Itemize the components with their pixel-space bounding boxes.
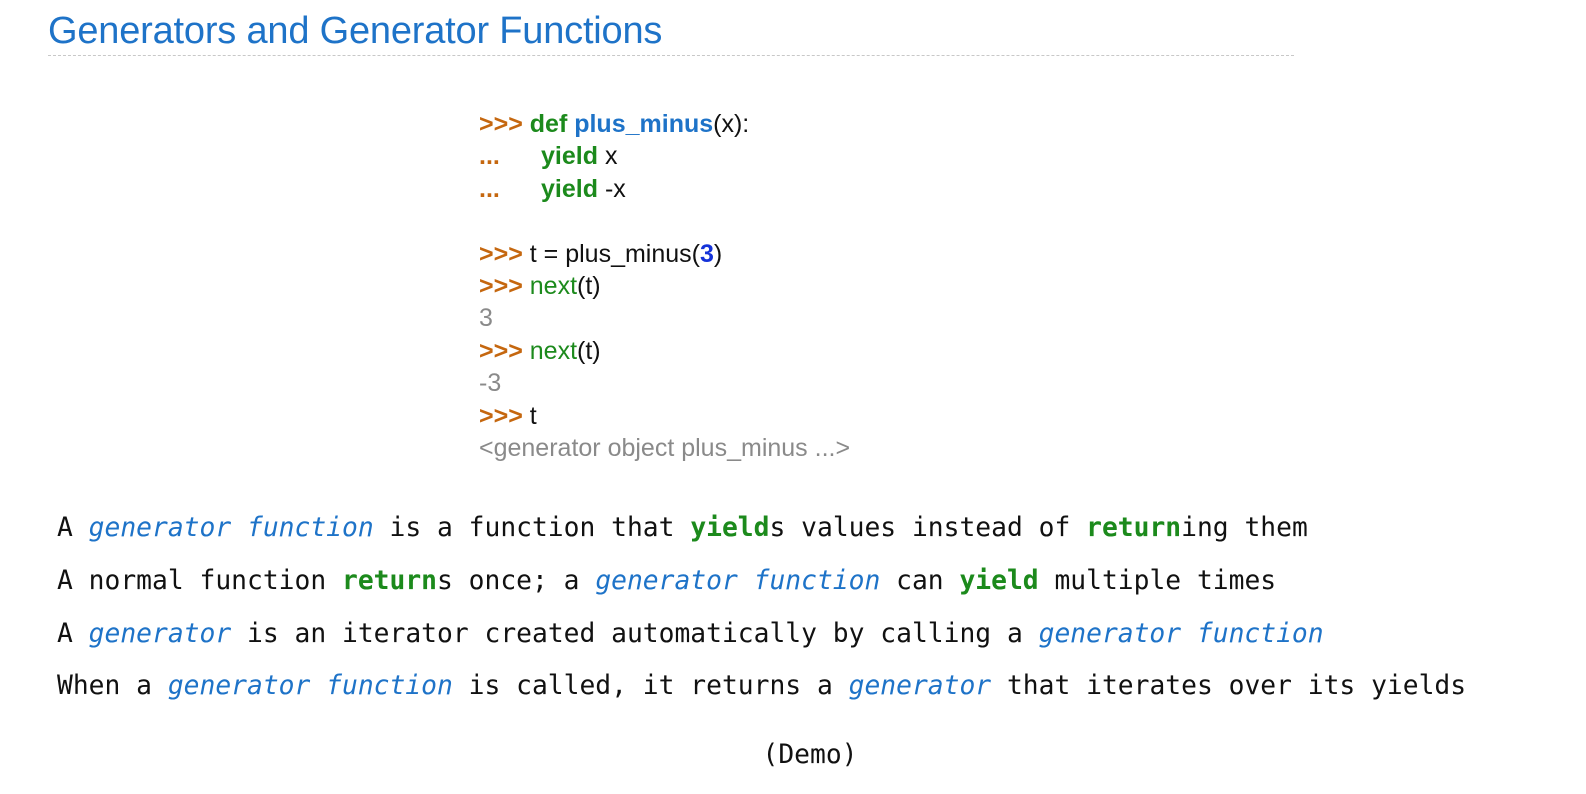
term-generator-function: generator function <box>88 513 374 543</box>
keyword-return: return <box>1086 513 1182 543</box>
text: is called, it returns a <box>452 671 849 702</box>
prompt: >>> <box>479 401 523 430</box>
text: ing them <box>1181 513 1308 543</box>
code-output-2: -3 <box>479 369 502 398</box>
function-name: plus_minus <box>574 110 714 138</box>
code-line-next-1: >>> next(t) <box>479 270 850 302</box>
text: is an iterator created automatically by … <box>231 618 1039 649</box>
term-generator-function: generator function <box>595 565 881 596</box>
text: When a <box>57 671 168 702</box>
t-expression: t <box>529 401 537 430</box>
assign-suffix: ) <box>713 239 723 268</box>
code-output-1: 3 <box>479 304 493 333</box>
code-line-yield-x: ... yield x <box>479 140 850 172</box>
number-literal: 3 <box>699 239 714 268</box>
term-generator: generator <box>848 671 992 702</box>
prose-line-2: A normal function returns once; a genera… <box>57 559 1466 612</box>
code-line-def: >>> def plus_minus(x): <box>479 108 850 140</box>
keyword-yield: yield <box>690 513 770 543</box>
next-builtin: next <box>529 336 578 365</box>
term-generator: generator <box>88 618 232 649</box>
text: s values instead of <box>769 513 1087 543</box>
code-line-assign: >>> t = plus_minus(3) <box>479 238 850 270</box>
demo-label: (Demo) <box>762 740 858 770</box>
term-generator-function: generator function <box>1038 618 1324 649</box>
prose-line-3: A generator is an iterator created autom… <box>57 612 1466 665</box>
prompt: >>> <box>479 239 523 268</box>
keyword-yield: yield <box>959 565 1039 596</box>
text: A <box>57 513 89 543</box>
code-line-t: >>> t <box>479 400 850 432</box>
prose-line-1: A generator function is a function that … <box>57 506 1466 559</box>
text: that iterates over its yields <box>991 671 1467 702</box>
yield-expression: -x <box>604 174 626 203</box>
def-keyword: def <box>529 110 568 138</box>
text: A normal function <box>57 565 342 596</box>
yield-expression: x <box>604 142 618 171</box>
function-params: (x): <box>713 110 750 138</box>
text: s once; a <box>436 565 596 596</box>
yield-keyword: yield <box>541 142 598 171</box>
next-builtin: next <box>529 271 578 300</box>
continuation-prompt: ... <box>479 142 500 171</box>
code-line-yield-neg-x: ... yield -x <box>479 173 850 205</box>
prompt: >>> <box>479 271 523 300</box>
text: can <box>880 565 960 596</box>
prompt: >>> <box>479 336 523 365</box>
keyword-return: return <box>341 565 437 596</box>
code-line-next-2: >>> next(t) <box>479 335 850 367</box>
slide-title: Generators and Generator Functions <box>48 10 663 52</box>
term-generator-function: generator function <box>167 671 453 702</box>
text: multiple times <box>1038 565 1277 596</box>
title-divider <box>48 55 1294 56</box>
text: is a function that <box>373 513 691 543</box>
code-output-3: <generator object plus_minus ...> <box>479 433 851 462</box>
assign-prefix: t = plus_minus( <box>529 239 700 268</box>
next-args: (t) <box>577 336 601 365</box>
yield-keyword: yield <box>541 174 598 203</box>
code-block: >>> def plus_minus(x): ... yield x ... yie… <box>479 108 850 464</box>
continuation-prompt: ... <box>479 174 500 203</box>
explanation-text: A generator function is a function that … <box>57 506 1466 717</box>
prompt: >>> <box>479 110 523 138</box>
prose-line-4: When a generator function is called, it … <box>57 664 1466 717</box>
next-args: (t) <box>577 271 601 300</box>
text: A <box>57 618 89 649</box>
